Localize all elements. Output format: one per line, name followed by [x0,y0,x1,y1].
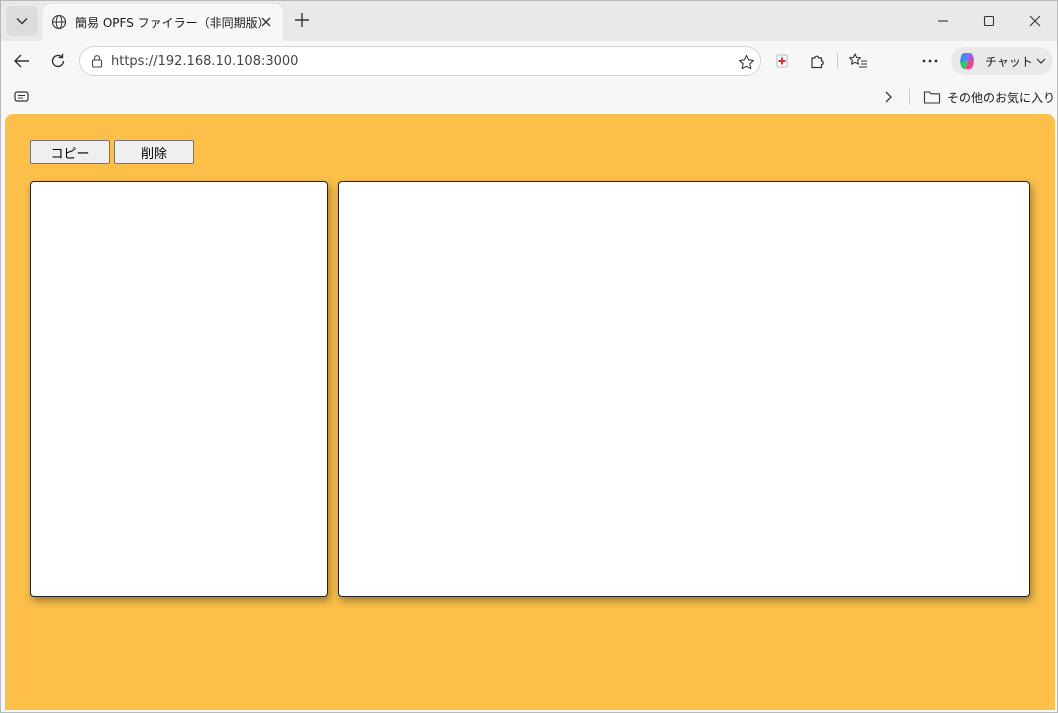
close-icon [1029,15,1041,27]
favorites-list-icon [849,53,867,68]
star-icon [738,54,754,69]
reload-icon [51,53,65,68]
tab-title: 簡易 OPFS ファイラー（非同期版） [75,16,270,30]
puzzle-icon [811,55,824,69]
toolbar-separator [837,53,838,69]
back-button[interactable] [9,49,35,73]
copilot-button[interactable]: チャット [951,47,1053,75]
chevron-down-icon [1036,58,1046,64]
favorites-separator [909,89,910,105]
copilot-label: チャット [985,54,1033,69]
copilot-logo [960,53,974,69]
close-window-button[interactable] [1017,7,1053,35]
other-favorites-button[interactable]: その他のお気に入り [923,87,1055,107]
chevron-right-icon [885,91,892,103]
close-icon [261,17,271,27]
reading-view-icon[interactable] [13,89,31,105]
minimize-button[interactable] [925,7,961,35]
page-viewport: コピー 削除 [5,114,1055,710]
favorites-button[interactable] [845,49,871,73]
maximize-button[interactable] [971,7,1007,35]
favorites-bar: その他のお気に入り [1,81,1057,113]
arrow-left-icon [14,54,29,68]
browser-window: 簡易 OPFS ファイラー（非同期版） https://192.168.10.1… [0,0,1058,713]
close-tab-button[interactable] [257,13,275,31]
lock-icon [91,55,103,68]
delete-button[interactable]: 削除 [114,140,194,164]
more-button[interactable] [917,49,943,73]
other-favorites-label: その他のお気に入り [947,90,1056,105]
plus-icon [295,13,309,27]
favorites-overflow-button[interactable] [879,89,897,105]
new-tab-button[interactable] [291,9,313,31]
extension-icon [776,54,788,68]
file-content-panel[interactable] [338,181,1030,597]
extensions-button[interactable] [805,49,831,73]
copy-button[interactable]: コピー [30,140,110,164]
favorite-button[interactable] [736,52,756,72]
extension-button[interactable] [769,49,795,73]
minimize-icon [938,20,948,22]
title-bar: 簡易 OPFS ファイラー（非同期版） [1,1,1057,41]
chevron-down-icon [16,18,28,25]
browser-toolbar: https://192.168.10.108:3000 チャット [1,41,1057,81]
file-tree-panel[interactable] [30,181,328,597]
tab-list-button[interactable] [6,6,38,36]
globe-icon [51,14,67,30]
active-tab[interactable]: 簡易 OPFS ファイラー（非同期版） [43,4,283,41]
address-bar[interactable]: https://192.168.10.108:3000 [79,46,761,76]
more-icon [922,59,938,63]
maximize-icon [983,15,995,27]
reload-button[interactable] [45,49,71,73]
url-text: https://192.168.10.108:3000 [111,54,299,69]
folder-icon [923,91,941,104]
